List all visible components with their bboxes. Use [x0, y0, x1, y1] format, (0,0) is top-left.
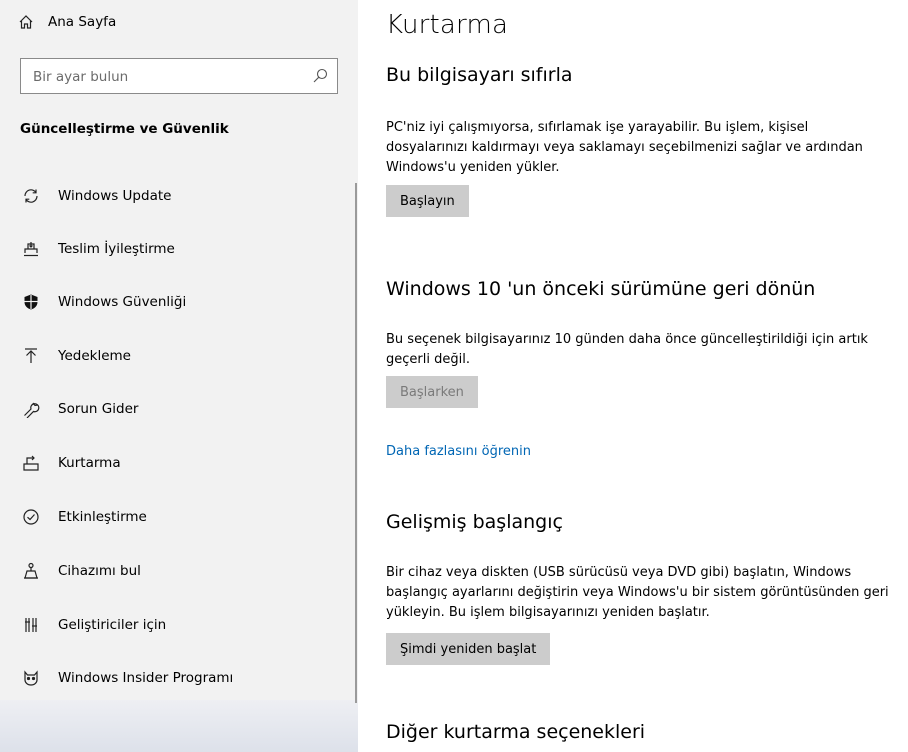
home-link[interactable]: Ana Sayfa [18, 10, 116, 34]
search-box[interactable] [20, 58, 338, 95]
sidebar-footer-shade [0, 700, 358, 752]
sidebar-item-recovery[interactable]: Kurtarma [0, 443, 350, 483]
rollback-get-started-button[interactable]: Başlarken [386, 376, 478, 408]
sidebar-item-delivery-optimization[interactable]: Teslim İyileştirme [0, 229, 350, 269]
sidebar-item-for-developers[interactable]: Geliştiriciler için [0, 605, 350, 645]
backup-arrow-icon [22, 347, 40, 365]
other-recovery-heading: Diğer kurtarma seçenekleri [386, 721, 646, 743]
sidebar-item-label: Windows Update [58, 188, 172, 204]
advanced-startup-description: Bir cihaz veya diskten (USB sürücüsü vey… [386, 565, 889, 620]
sidebar-item-windows-security[interactable]: Windows Güvenliği [0, 282, 350, 322]
sidebar-item-activation[interactable]: Etkinleştirme [0, 497, 350, 537]
learn-more-link[interactable]: Daha fazlasını öğrenin [386, 444, 531, 459]
developer-icon [22, 616, 40, 634]
sidebar-item-windows-update[interactable]: Windows Update [0, 176, 350, 216]
reset-pc-heading: Bu bilgisayarı sıfırla [386, 64, 573, 86]
sidebar-item-label: Cihazımı bul [58, 563, 141, 579]
section-title: Güncelleştirme ve Güvenlik [20, 121, 229, 137]
sidebar-item-label: Kurtarma [58, 455, 121, 471]
sidebar-item-label: Windows Insider Programı [58, 670, 234, 686]
sidebar-item-label: Windows Güvenliği [58, 294, 187, 310]
recovery-icon [22, 454, 40, 472]
sidebar-item-troubleshoot[interactable]: Sorun Gider [0, 389, 350, 429]
find-device-icon [22, 562, 40, 580]
restart-now-button[interactable]: Şimdi yeniden başlat [386, 633, 551, 665]
rollback-description: Bu seçenek bilgisayarınız 10 günden daha… [386, 332, 868, 367]
search-input[interactable] [31, 59, 305, 95]
search-icon[interactable] [312, 68, 328, 84]
home-label: Ana Sayfa [48, 14, 117, 30]
sidebar-item-label: Teslim İyileştirme [58, 241, 175, 257]
delivery-icon [22, 240, 40, 258]
sidebar-item-label: Sorun Gider [58, 401, 139, 417]
sync-icon [22, 187, 40, 205]
rollback-heading: Windows 10 'un önceki sürümüne geri dönü… [386, 278, 816, 300]
sidebar-item-label: Geliştiriciler için [58, 617, 167, 633]
page-title: Kurtarma [386, 10, 509, 40]
shield-icon [22, 293, 40, 311]
insider-cat-icon [22, 669, 40, 687]
advanced-startup-heading: Gelişmiş başlangıç [386, 511, 563, 533]
sidebar-item-windows-insider[interactable]: Windows Insider Programı [0, 658, 350, 698]
sidebar-item-backup[interactable]: Yedekleme [0, 336, 350, 376]
check-circle-icon [22, 508, 40, 526]
reset-pc-description: PC'niz iyi çalışmıyorsa, sıfırlamak işe … [386, 120, 863, 175]
sidebar-scrollbar[interactable] [355, 183, 357, 703]
home-icon [19, 15, 33, 29]
reset-get-started-button[interactable]: Başlayın [386, 185, 469, 217]
sidebar-item-label: Etkinleştirme [58, 509, 147, 525]
sidebar-item-find-my-device[interactable]: Cihazımı bul [0, 551, 350, 591]
sidebar-item-label: Yedekleme [58, 348, 131, 364]
wrench-icon [22, 400, 40, 418]
sidebar: Ana Sayfa Güncelleştirme ve Güvenlik Win… [0, 0, 358, 752]
